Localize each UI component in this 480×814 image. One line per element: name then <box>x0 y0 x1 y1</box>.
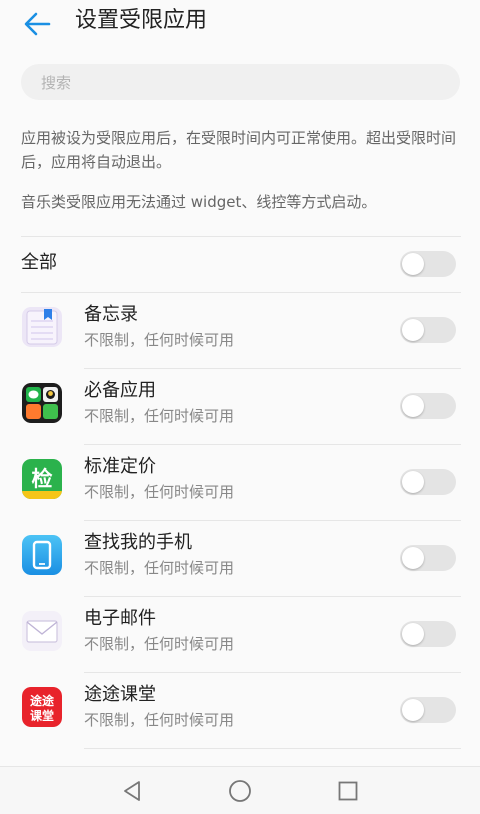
app-row-tutu-classroom[interactable]: 途途 课堂 途途课堂 不限制，任何时候可用 <box>0 673 480 749</box>
arrow-left-icon <box>24 12 51 36</box>
app-name: 备忘录 <box>84 304 138 325</box>
app-restriction-status: 不限制，任何时候可用 <box>84 559 235 577</box>
memo-icon <box>22 307 62 347</box>
app-restriction-status: 不限制，任何时候可用 <box>84 331 235 349</box>
app-row-memo[interactable]: 备忘录 不限制，任何时候可用 <box>0 293 480 369</box>
toggle-knob <box>402 623 424 645</box>
app-name: 标准定价 <box>84 456 156 477</box>
list-item-partial <box>84 758 284 766</box>
app-restriction-status: 不限制，任何时候可用 <box>84 483 235 501</box>
toggle-knob <box>402 699 424 721</box>
search-input[interactable]: 搜索 <box>21 64 460 100</box>
toggle-knob <box>402 471 424 493</box>
app-row-essential-apps[interactable]: 必备应用 不限制，任何时候可用 <box>0 369 480 445</box>
app-restriction-status: 不限制，任何时候可用 <box>84 407 235 425</box>
toggle-knob <box>402 395 424 417</box>
app-name: 途途课堂 <box>84 684 156 705</box>
icon-glyph: 途途 <box>30 693 55 708</box>
find-my-phone-icon <box>22 535 62 575</box>
nav-home-button[interactable] <box>222 775 258 807</box>
tutu-classroom-icon: 途途 课堂 <box>22 687 62 727</box>
icon-glyph: 检 <box>32 467 53 491</box>
app-name: 必备应用 <box>84 380 156 401</box>
nav-home-icon <box>229 780 251 802</box>
toggle-knob <box>402 253 424 275</box>
app-row-standard-pricing[interactable]: 检 标准定价 不限制，任何时候可用 <box>0 445 480 521</box>
app-restriction-status: 不限制，任何时候可用 <box>84 635 235 653</box>
back-button[interactable] <box>20 8 54 40</box>
app-toggle[interactable] <box>400 621 456 647</box>
page-title: 设置受限应用 <box>75 8 208 33</box>
all-label: 全部 <box>21 252 57 273</box>
description-text: 应用被设为受限应用后，在受限时间内可正常使用。超出受限时间后，应用将自动退出。 <box>21 129 457 171</box>
toggle-knob <box>402 547 424 569</box>
app-toggle[interactable] <box>400 697 456 723</box>
all-toggle[interactable] <box>400 251 456 277</box>
nav-back-icon <box>124 781 140 801</box>
restricted-apps-screen: 设置受限应用 搜索 应用被设为受限应用后，在受限时间内可正常使用。超出受限时间后… <box>0 0 480 814</box>
app-name: 电子邮件 <box>84 608 156 629</box>
standard-pricing-icon: 检 <box>22 459 62 499</box>
toggle-knob <box>402 319 424 341</box>
app-name: 查找我的手机 <box>84 532 192 553</box>
nav-back-button[interactable] <box>114 775 150 807</box>
app-toggle[interactable] <box>400 393 456 419</box>
essential-apps-icon <box>22 383 62 423</box>
email-icon <box>22 611 62 651</box>
app-toggle[interactable] <box>400 469 456 495</box>
app-restriction-status: 不限制，任何时候可用 <box>84 711 235 729</box>
nav-recents-icon <box>338 781 358 801</box>
icon-glyph: 课堂 <box>30 708 54 723</box>
app-toggle[interactable] <box>400 317 456 343</box>
app-row-find-my-phone[interactable]: 查找我的手机 不限制，任何时候可用 <box>0 521 480 597</box>
system-nav-bar <box>0 766 480 814</box>
divider <box>84 748 461 749</box>
description-note: 音乐类受限应用无法通过 widget、线控等方式启动。 <box>21 193 377 211</box>
app-toggle[interactable] <box>400 545 456 571</box>
divider <box>21 236 461 237</box>
nav-recents-button[interactable] <box>330 775 366 807</box>
app-bar: 设置受限应用 <box>0 0 480 48</box>
app-row-email[interactable]: 电子邮件 不限制，任何时候可用 <box>0 597 480 673</box>
